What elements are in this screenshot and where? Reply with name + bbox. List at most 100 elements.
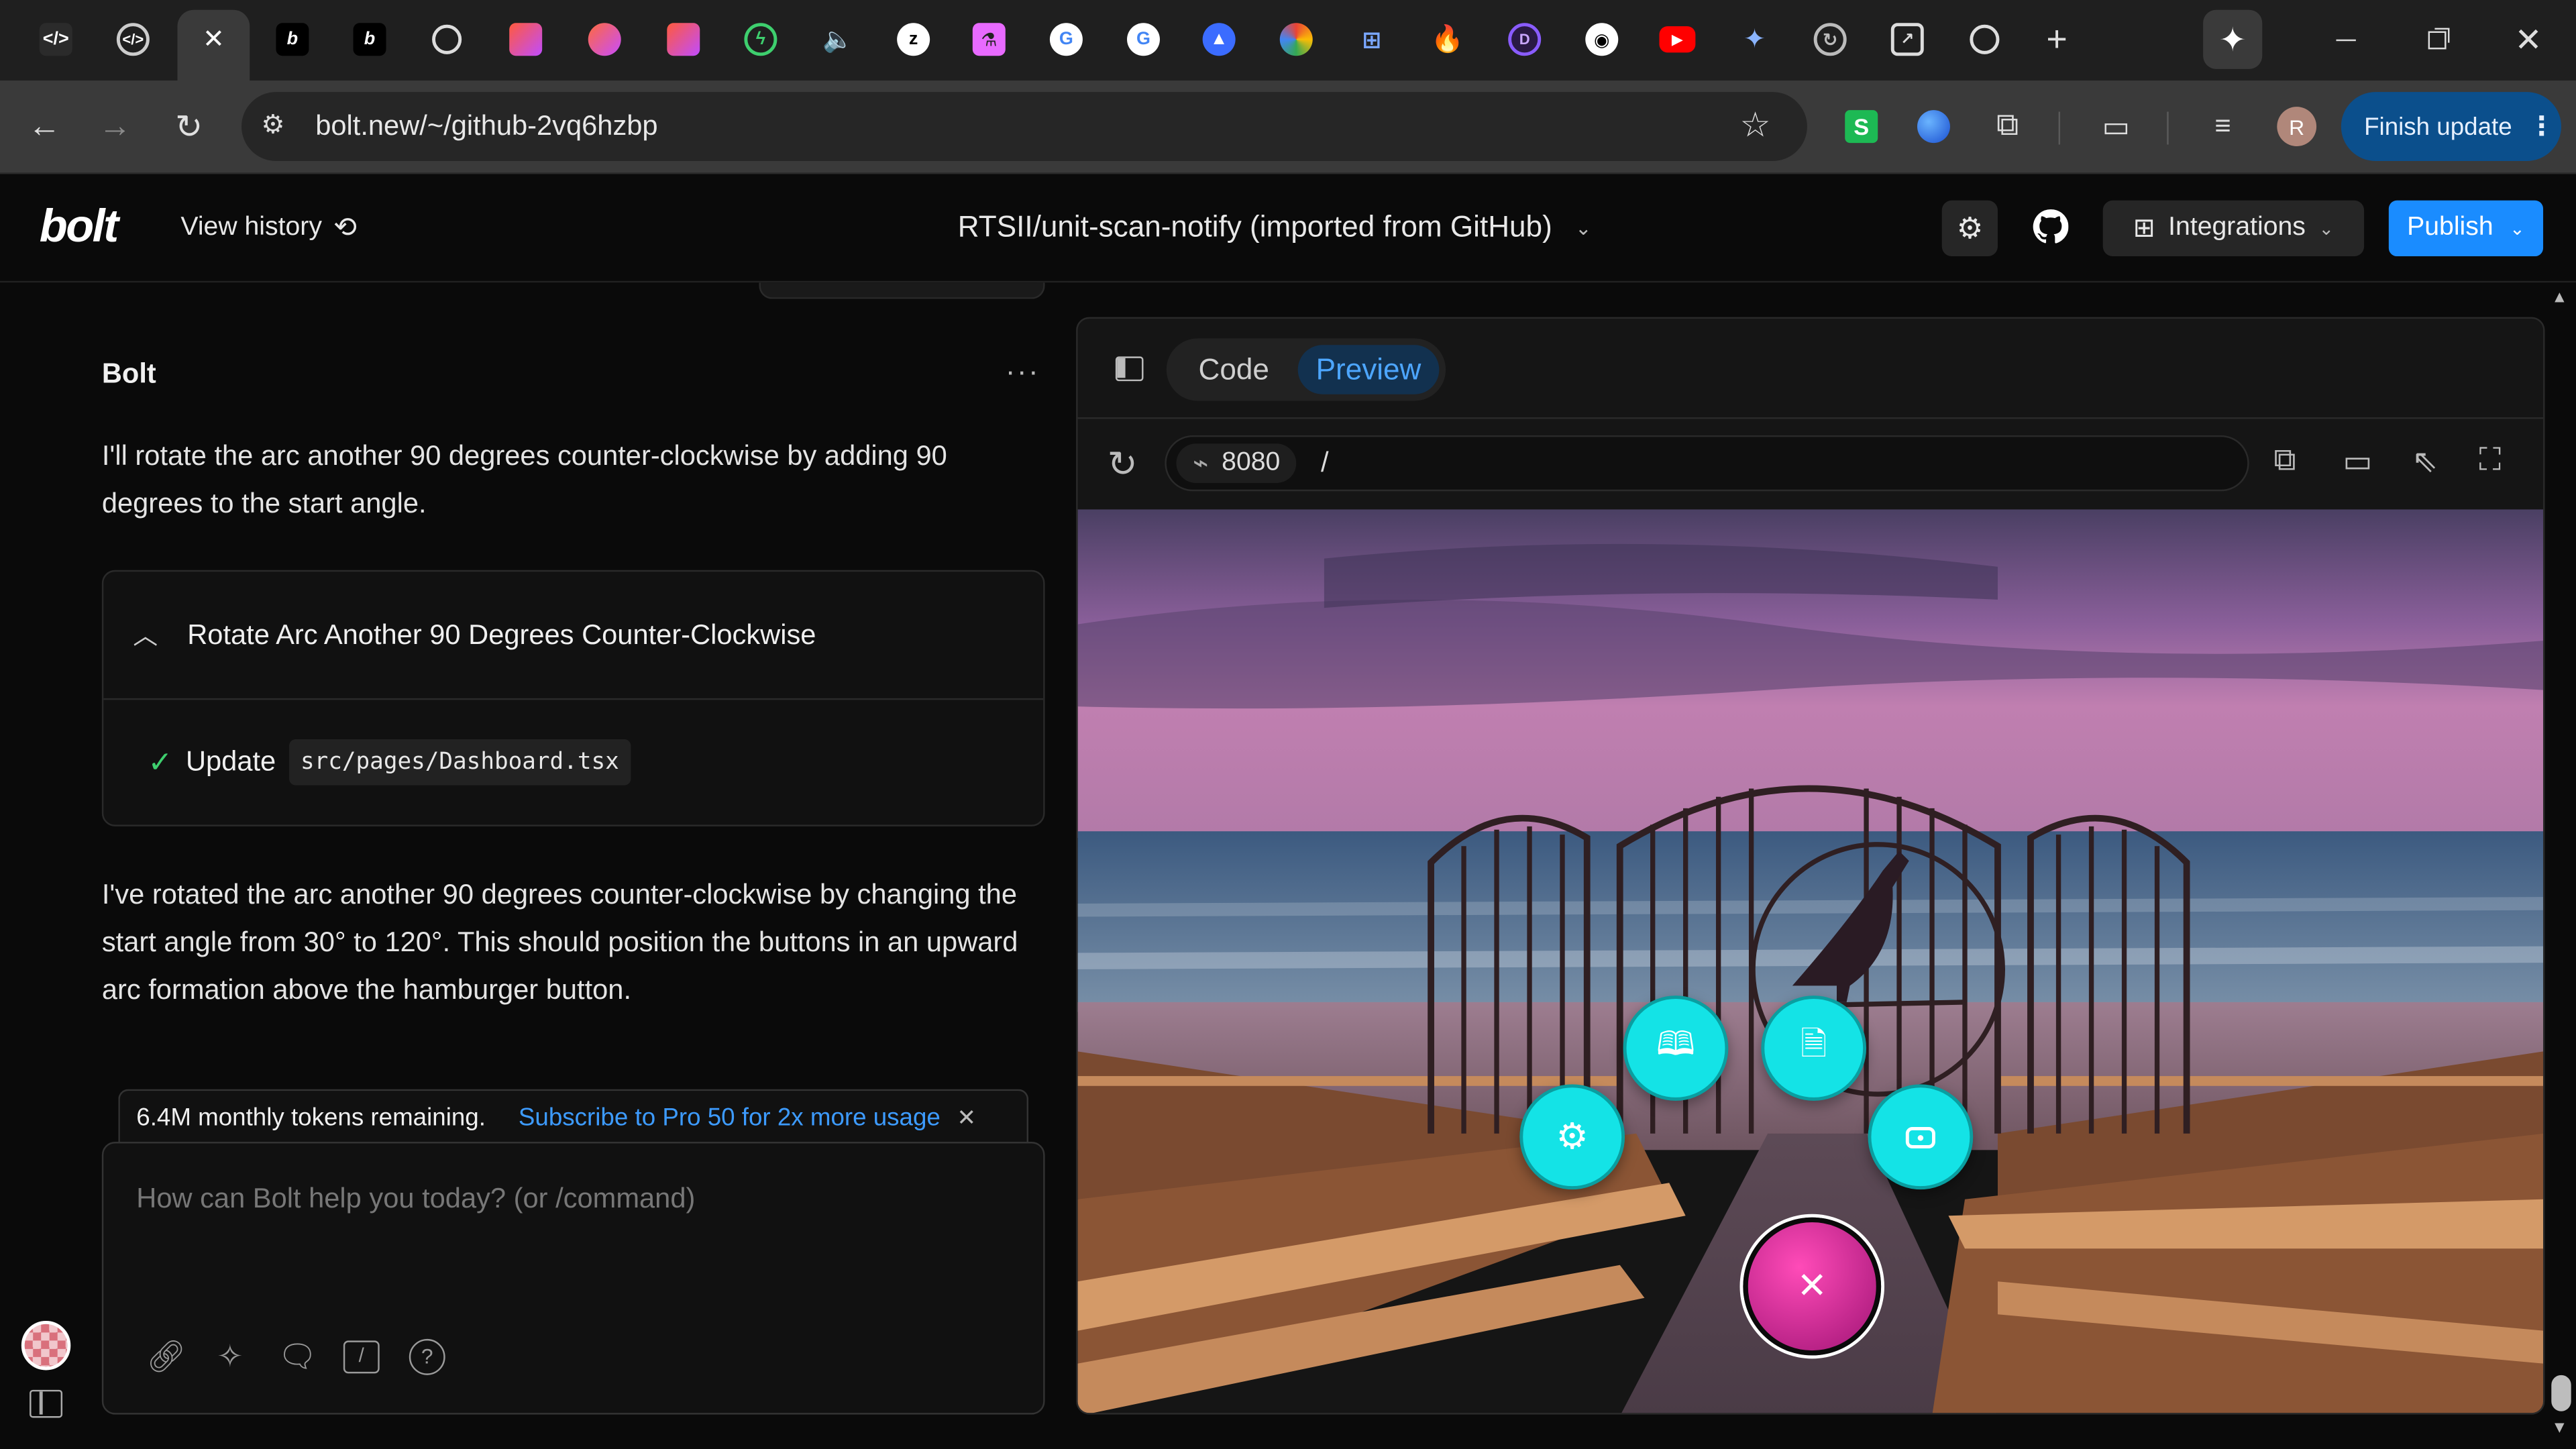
action-step: ✓ Update src/pages/Dashboard.tsx (148, 739, 631, 786)
finish-update-label: Finish update (2364, 112, 2512, 141)
tab-bolt-green[interactable]: ϟ (731, 10, 790, 69)
fullscreen-button[interactable]: ⛶ (2479, 443, 2502, 480)
tab-google-1[interactable]: G (1036, 10, 1095, 69)
openai-icon (1970, 24, 2000, 54)
tab-preview[interactable]: Preview (1297, 345, 1440, 394)
extension-blue-button[interactable] (1911, 103, 1957, 150)
tab-code-circle[interactable]: </> (103, 10, 162, 69)
page-scrollbar[interactable]: ▲ ▼ (2546, 282, 2576, 1449)
sparkle-icon[interactable]: ✧ (212, 1338, 248, 1376)
github-button[interactable] (2031, 207, 2070, 247)
tab-openai-2[interactable] (1955, 10, 2014, 69)
help-icon[interactable]: ? (409, 1338, 445, 1375)
back-button[interactable]: ← (21, 103, 68, 150)
assistant-message-1: I'll rotate the arc another 90 degrees c… (101, 440, 947, 519)
publish-button[interactable]: Publish ⌄ (2388, 200, 2544, 257)
toggle-panel-button[interactable] (1115, 356, 1144, 382)
active-tab-close-button[interactable]: ✕ (184, 10, 243, 69)
prompt-placeholder: How can Bolt help you today? (or /comman… (136, 1183, 696, 1214)
project-title-dropdown[interactable]: RTSII/unit-scan-notify (imported from Gi… (958, 210, 1592, 244)
lovable-heart-icon (509, 23, 543, 56)
preview-url-bar[interactable]: ⌁ 8080 / (1165, 435, 2249, 492)
subscribe-link[interactable]: Subscribe to Pro 50 for 2x more usage (519, 1104, 941, 1132)
browser-tab-strip: </> </> ✕ b b ϟ 🔈 z ⚗ G G ▲ ⊞ 🔥 D ◉ ▶ ✦ … (0, 0, 2576, 81)
tab-color-circle[interactable] (1267, 10, 1326, 69)
action-card-header[interactable]: ︿ Rotate Arc Another 90 Degrees Counter-… (103, 572, 1044, 700)
bolt-b-icon: b (276, 23, 309, 56)
scrollbar-thumb[interactable] (2551, 1375, 2571, 1411)
user-avatar[interactable] (21, 1320, 71, 1371)
tab-youtube[interactable]: ▶ (1648, 10, 1707, 69)
tab-search-button[interactable]: ▭ (2093, 103, 2139, 150)
profile-button[interactable]: R (2273, 103, 2320, 150)
tab-google-2[interactable]: G (1114, 10, 1173, 69)
bolt-logo[interactable]: bolt (40, 201, 119, 253)
chat-panel: Bolt ··· I'll rotate the arc another 90 … (0, 282, 1068, 1449)
media-button[interactable]: ≡ (2200, 103, 2246, 150)
command-icon[interactable]: / (343, 1340, 380, 1374)
more-horizontal-icon: ··· (1005, 354, 1040, 388)
tab-gemini[interactable]: ✦ (1725, 10, 1784, 69)
extension-s-button[interactable]: S (1838, 103, 1884, 150)
tab-purple[interactable]: D (1495, 10, 1554, 69)
restore-button[interactable] (2407, 10, 2466, 69)
finish-update-button[interactable]: Finish update ⋮ (2341, 92, 2561, 162)
close-window-button[interactable]: ✕ (2499, 10, 2558, 69)
tab-audio[interactable]: 🔈 (808, 10, 867, 69)
settings-button[interactable]: ⚙ (1941, 200, 1998, 257)
previous-message-tail (759, 282, 1045, 299)
google-icon: G (1127, 23, 1160, 56)
discuss-icon[interactable]: 🗨︎ (278, 1337, 317, 1377)
reload-button[interactable]: ↻ (166, 103, 212, 150)
tab-lovable-2[interactable] (575, 10, 634, 69)
tab-bolt-1[interactable]: b (263, 10, 322, 69)
reload-icon: ↻ (1107, 443, 1138, 485)
camera-fab-button[interactable]: ● (1868, 1084, 1974, 1190)
tab-bolt-2[interactable]: b (340, 10, 399, 69)
book-fab-button[interactable]: 🕮︎ (1623, 996, 1729, 1101)
view-history-button[interactable]: View history ⟲ (180, 212, 357, 245)
settings-fab-button[interactable]: ⚙ (1519, 1084, 1625, 1190)
extensions-button[interactable]: ⧉ (1984, 103, 2031, 150)
tab-z[interactable]: z (884, 10, 943, 69)
reload-preview-button[interactable]: ↻ (1108, 443, 1138, 486)
forward-button[interactable]: → (92, 103, 138, 150)
port-selector[interactable]: ⌁ 8080 (1176, 443, 1297, 484)
prompt-input[interactable]: How can Bolt help you today? (or /comman… (101, 1142, 1045, 1415)
integrations-button[interactable]: ⊞ Integrations ⌄ (2102, 200, 2365, 257)
tab-fire[interactable]: 🔥 (1417, 10, 1477, 69)
open-external-button[interactable]: ⧉ (2273, 443, 2296, 480)
close-notice-icon[interactable]: ✕ (957, 1104, 976, 1132)
tab-lovable-3[interactable] (654, 10, 713, 69)
hamburger-menu-button[interactable]: ✕ (1743, 1217, 1882, 1356)
minimize-button[interactable] (2316, 10, 2375, 69)
browser-toolbar: ← → ↻ ⚙ bolt.new/~/github-2vq6hzbp ☆ S ⧉… (0, 80, 2576, 174)
message-options-button[interactable]: ··· (1006, 355, 1040, 389)
tab-code[interactable]: Code (1173, 345, 1295, 394)
tab-refresh-app[interactable]: ↻ (1801, 10, 1860, 69)
prompt-toolbar: 🔗︎ ✧ 🗨︎ / ? (146, 1337, 445, 1377)
device-button[interactable]: ▭ (2343, 443, 2372, 481)
new-tab-button[interactable]: + (2027, 10, 2086, 69)
address-bar[interactable]: ⚙ bolt.new/~/github-2vq6hzbp ☆ (241, 92, 1807, 162)
app-header: bolt View history ⟲ RTSII/unit-scan-noti… (0, 174, 2576, 283)
history-icon: ⟲ (333, 211, 357, 244)
site-settings-icon[interactable]: ⚙ (261, 109, 284, 142)
preview-path[interactable]: / (1321, 447, 1329, 480)
tab-lovable-1[interactable] (496, 10, 555, 69)
tab-github[interactable]: ◉ (1572, 10, 1631, 69)
tab-external[interactable]: ↗ (1878, 10, 1937, 69)
bookmark-star-icon[interactable]: ☆ (1739, 105, 1770, 146)
tab-flask[interactable]: ⚗ (959, 10, 1018, 69)
document-fab-button[interactable]: 🗎︎ (1761, 996, 1867, 1101)
tab-triangle[interactable]: ▲ (1189, 10, 1248, 69)
devices-icon: ▭ (2343, 445, 2373, 480)
inspect-button[interactable]: ⇖ (2412, 443, 2438, 481)
tab-code-icon[interactable]: </> (26, 10, 85, 69)
link-icon[interactable]: 🔗︎ (146, 1337, 186, 1377)
sidebar-toggle-button[interactable] (30, 1389, 63, 1418)
tab-openai[interactable] (417, 10, 476, 69)
assistant-message-2: I've rotated the arc another 90 degrees … (101, 879, 1018, 1006)
gemini-button[interactable]: ✦ (2203, 9, 2263, 69)
tab-sitemap[interactable]: ⊞ (1342, 10, 1401, 69)
